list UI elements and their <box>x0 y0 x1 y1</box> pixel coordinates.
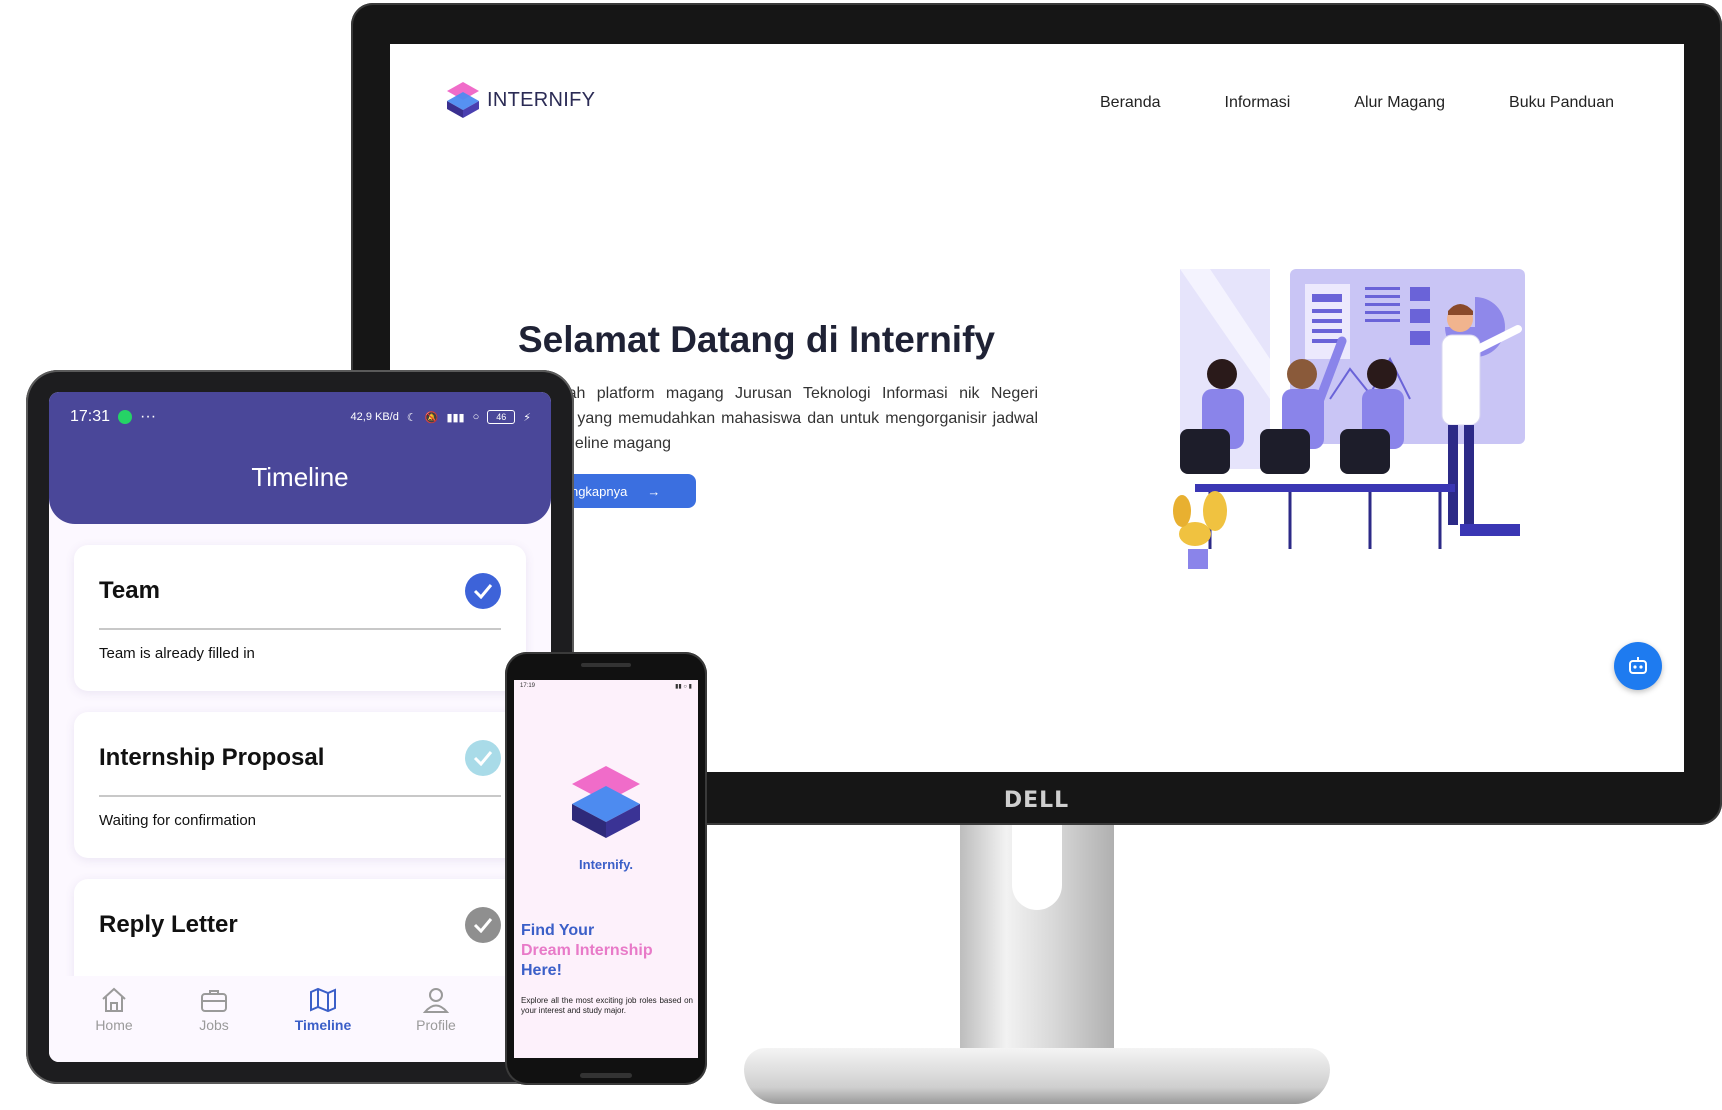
presentation-illustration <box>1173 269 1525 569</box>
battery-level: 46 <box>496 412 507 422</box>
hero-description: y adalah platform magang Jurusan Teknolo… <box>518 385 1038 452</box>
card-title: Team <box>99 577 160 604</box>
hero-title: Selamat Datang di Internify <box>518 319 995 360</box>
status-time: 17:31 <box>70 408 111 425</box>
user-icon <box>422 988 450 1013</box>
headline-line-1: Find Your <box>521 922 595 939</box>
battery-icon: 46 <box>487 410 516 424</box>
tablet-screen: 17:31 ··· 42,9 KB/d ☾ 🔕 ▮▮▮ ○ 46 ⚡ Timel… <box>49 392 551 1062</box>
phone-status-time: 17:19 <box>520 683 536 689</box>
whatsapp-icon <box>118 410 133 424</box>
phone-screen: 17:19 ▮▮ ○ ▮ Internify. Find Your Dream … <box>514 680 698 1058</box>
tablet-status-bar: 17:31 ··· 42,9 KB/d ☾ 🔕 ▮▮▮ ○ 46 ⚡ <box>70 406 531 428</box>
internify-logo-icon <box>447 82 479 118</box>
timeline-card-internship-proposal[interactable]: Internship Proposal Waiting for confirma… <box>74 712 526 858</box>
check-circle-icon <box>465 740 501 776</box>
check-circle-icon <box>465 907 501 943</box>
briefcase-icon <box>201 990 227 1012</box>
nav-beranda[interactable]: Beranda <box>1100 94 1161 112</box>
arrow-right-icon: → <box>647 483 661 499</box>
tab-label: Jobs <box>199 1017 229 1033</box>
internify-logo-icon <box>572 766 640 838</box>
phone-headline: Find Your Dream Internship Here! <box>521 921 653 981</box>
signal-icon: ▮▮▮ <box>446 411 465 424</box>
phone-description: Explore all the most exciting job roles … <box>521 996 693 1015</box>
phone-brand-name: Internify. <box>579 857 633 872</box>
page-title: Timeline <box>251 462 349 492</box>
tablet-device: 17:31 ··· 42,9 KB/d ☾ 🔕 ▮▮▮ ○ 46 ⚡ Timel… <box>26 370 574 1084</box>
timeline-card-team[interactable]: Team Team is already filled in <box>74 545 526 691</box>
tab-label: Timeline <box>294 1017 352 1033</box>
map-icon <box>310 987 336 1013</box>
mute-icon: 🔕 <box>424 411 439 424</box>
tab-label: Profile <box>416 1017 456 1033</box>
check-circle-icon <box>465 573 501 609</box>
robot-icon <box>1629 657 1647 674</box>
nav-informasi[interactable]: Informasi <box>1225 94 1291 112</box>
headline-line-2: Dream Internship <box>521 942 653 959</box>
chatbot-button[interactable] <box>1614 642 1662 690</box>
phone-home-bar <box>580 1073 632 1078</box>
tab-jobs[interactable]: Jobs <box>169 986 259 1033</box>
dell-logo: DELL <box>1003 788 1070 813</box>
wifi-icon: ○ <box>472 411 480 423</box>
phone-speaker <box>581 663 631 667</box>
nav-buku-panduan[interactable]: Buku Panduan <box>1509 94 1614 112</box>
monitor-stand-base <box>744 1048 1330 1104</box>
tab-home[interactable]: Home <box>69 986 159 1033</box>
status-more-icon: ··· <box>140 408 157 425</box>
tab-label: Home <box>95 1017 133 1033</box>
home-icon <box>102 987 126 1012</box>
site-brand-name: INTERNIFY <box>487 88 596 111</box>
bottom-navigation: Home Jobs Timeline Profile <box>49 976 551 1062</box>
phone-device: 17:19 ▮▮ ○ ▮ Internify. Find Your Dream … <box>505 652 707 1085</box>
phone-status-icons: ▮▮ ○ ▮ <box>675 684 692 690</box>
timeline-header: 17:31 ··· 42,9 KB/d ☾ 🔕 ▮▮▮ ○ 46 ⚡ Timel… <box>49 392 551 524</box>
site-navbar: INTERNIFY Beranda Informasi Alur Magang … <box>445 80 1624 130</box>
moon-icon: ☾ <box>406 411 417 424</box>
network-speed: 42,9 KB/d <box>350 411 399 423</box>
tab-timeline[interactable]: Timeline <box>278 986 368 1033</box>
card-divider <box>99 795 501 797</box>
headline-line-3: Here! <box>521 962 562 979</box>
site-menu: Beranda Informasi Alur Magang Buku Pandu… <box>1100 94 1614 112</box>
card-subtitle: Waiting for confirmation <box>99 812 257 829</box>
card-subtitle: Team is already filled in <box>99 645 255 662</box>
tab-profile[interactable]: Profile <box>391 986 481 1033</box>
phone-status-bar: 17:19 ▮▮ ○ ▮ <box>520 683 692 690</box>
monitor-stand-notch <box>1012 825 1062 910</box>
charging-icon: ⚡ <box>523 411 531 424</box>
card-title: Internship Proposal <box>99 744 325 771</box>
card-title: Reply Letter <box>99 911 238 938</box>
site-brand[interactable]: INTERNIFY <box>445 80 595 120</box>
card-divider <box>99 628 501 630</box>
nav-alur-magang[interactable]: Alur Magang <box>1354 94 1445 112</box>
